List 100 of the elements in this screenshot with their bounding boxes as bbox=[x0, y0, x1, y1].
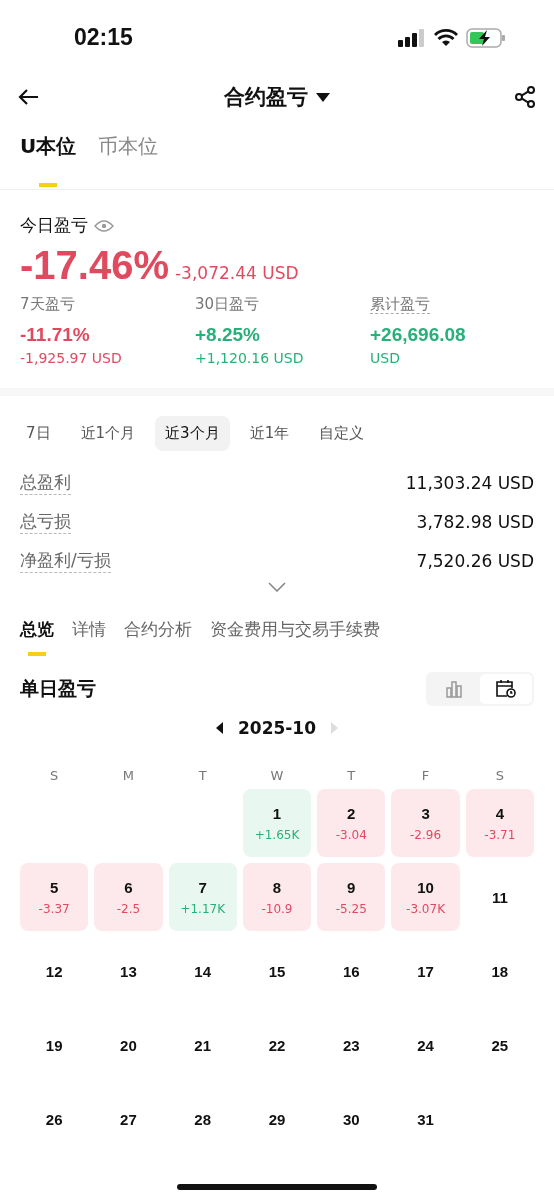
section-title: 单日盈亏 bbox=[20, 676, 96, 701]
day-pnl: -3.04 bbox=[335, 827, 367, 842]
weekday-label: T bbox=[346, 767, 357, 783]
section-tab[interactable]: 详情 bbox=[72, 612, 106, 662]
day-pnl: -3.07K bbox=[406, 901, 445, 916]
summary-label: 净盈利/亏损 bbox=[20, 548, 111, 573]
section-tab[interactable]: 资金费用与交易手续费 bbox=[210, 612, 380, 662]
day-number[interactable]: 24 bbox=[417, 1036, 434, 1054]
day-number[interactable]: 26 bbox=[45, 1110, 63, 1128]
day-number[interactable]: 31 bbox=[417, 1110, 434, 1128]
day-pnl: -10.9 bbox=[261, 901, 293, 916]
wifi-icon bbox=[434, 28, 458, 47]
calendar-day[interactable]: 4 -3.71 bbox=[465, 789, 534, 857]
summary-value: 11,303.24 USD bbox=[405, 472, 534, 493]
summary-label: 总亏损 bbox=[20, 509, 71, 534]
weekday-label: M bbox=[121, 767, 136, 783]
summary-value: 3,782.98 USD bbox=[416, 511, 534, 532]
chevron-down-icon[interactable] bbox=[268, 582, 286, 592]
weekday-label: S bbox=[49, 767, 60, 783]
calendar-day[interactable]: 5 -3.37 bbox=[20, 863, 89, 931]
day-number: 2 bbox=[347, 804, 356, 822]
day-number: 4 bbox=[495, 804, 504, 822]
stat-amount: USD bbox=[370, 350, 401, 366]
day-number: 6 bbox=[124, 878, 133, 896]
day-number: 3 bbox=[421, 804, 430, 822]
day-number[interactable]: 18 bbox=[491, 962, 509, 980]
weekday-label: T bbox=[197, 767, 208, 783]
day-number[interactable]: 27 bbox=[120, 1110, 137, 1128]
stat-value: +26,696.08 bbox=[370, 324, 467, 346]
unit-tab[interactable]: U本位 bbox=[20, 131, 77, 189]
unit-tab[interactable]: 币本位 bbox=[98, 131, 159, 189]
day-number: 5 bbox=[49, 878, 59, 896]
day-number[interactable]: 25 bbox=[491, 1036, 509, 1054]
today-pnl-amount: -3,072.44 USD bbox=[175, 263, 299, 283]
period-chip[interactable]: 近1个月 bbox=[70, 416, 146, 451]
day-number[interactable]: 21 bbox=[194, 1036, 212, 1054]
summary-value: 7,520.26 USD bbox=[416, 550, 534, 571]
stat-value: +8.25% bbox=[195, 324, 261, 346]
calendar-icon[interactable] bbox=[480, 674, 532, 704]
day-number[interactable]: 14 bbox=[194, 962, 212, 980]
day-pnl: -3.71 bbox=[484, 827, 516, 842]
month-label: 2025-10 bbox=[238, 718, 316, 738]
day-number[interactable]: 23 bbox=[342, 1036, 360, 1054]
status-time: 02:15 bbox=[74, 24, 133, 51]
calendar-day[interactable]: 8 -10.9 bbox=[242, 863, 312, 931]
calendar-day[interactable]: 7 +1.17K bbox=[168, 863, 237, 931]
share-icon[interactable] bbox=[514, 86, 536, 108]
day-number: 9 bbox=[347, 878, 356, 896]
today-pnl-label: 今日盈亏 bbox=[20, 214, 88, 237]
stat-value: -11.71% bbox=[20, 324, 91, 346]
section-tab[interactable]: 合约分析 bbox=[124, 612, 192, 662]
day-number[interactable]: 29 bbox=[268, 1110, 286, 1128]
calendar-day[interactable]: 10 -3.07K bbox=[391, 863, 460, 931]
day-pnl: +1.65K bbox=[254, 827, 300, 842]
day-number[interactable]: 28 bbox=[194, 1110, 212, 1128]
day-number: 10 bbox=[417, 878, 434, 896]
day-number[interactable]: 30 bbox=[342, 1110, 360, 1128]
section-tab[interactable]: 总览 bbox=[20, 612, 54, 662]
caret-icon[interactable] bbox=[316, 92, 330, 102]
calendar-day[interactable]: 3 -2.96 bbox=[391, 789, 460, 857]
day-number[interactable]: 20 bbox=[120, 1036, 137, 1054]
day-number[interactable]: 22 bbox=[268, 1036, 286, 1054]
day-number[interactable]: 15 bbox=[268, 962, 286, 980]
calendar-day[interactable]: 1 +1.65K bbox=[242, 789, 312, 857]
stat-label: 30日盈亏 bbox=[195, 295, 260, 313]
page-title[interactable]: 合约盈亏 bbox=[224, 83, 308, 111]
back-icon[interactable] bbox=[18, 88, 40, 106]
stat-amount: -1,925.97 USD bbox=[20, 350, 123, 366]
today-pnl-percent: -17.46% bbox=[20, 243, 169, 288]
calendar-day[interactable]: 6 -2.5 bbox=[94, 863, 163, 931]
weekday-label: F bbox=[420, 767, 431, 783]
period-chip[interactable]: 自定义 bbox=[309, 416, 375, 451]
stat-label: 7天盈亏 bbox=[20, 295, 75, 313]
stat-amount: +1,120.16 USD bbox=[195, 350, 305, 366]
period-chip[interactable]: 近1年 bbox=[239, 416, 300, 451]
battery-icon bbox=[466, 27, 506, 48]
day-pnl: -2.5 bbox=[116, 901, 141, 916]
eye-icon[interactable] bbox=[94, 218, 114, 233]
day-pnl: +1.17K bbox=[180, 901, 226, 916]
day-pnl: -2.96 bbox=[410, 827, 442, 842]
period-chip[interactable]: 近3个月 bbox=[155, 416, 230, 451]
day-pnl: -3.37 bbox=[38, 901, 70, 916]
calendar-day[interactable]: 2 -3.04 bbox=[317, 789, 386, 857]
period-chip[interactable]: 7日 bbox=[16, 416, 61, 451]
day-number[interactable]: 17 bbox=[417, 962, 434, 980]
day-pnl: -5.25 bbox=[335, 901, 367, 916]
day-number: 8 bbox=[272, 878, 282, 896]
calendar-day[interactable]: 9 -5.25 bbox=[317, 863, 386, 931]
previous-month-icon[interactable] bbox=[216, 722, 224, 734]
summary-label: 总盈利 bbox=[20, 470, 71, 495]
day-number[interactable]: 12 bbox=[45, 962, 63, 980]
day-number[interactable]: 13 bbox=[120, 962, 137, 980]
day-number: 7 bbox=[198, 878, 207, 896]
weekday-label: S bbox=[494, 767, 505, 783]
day-number[interactable]: 16 bbox=[342, 962, 360, 980]
day-number[interactable]: 19 bbox=[45, 1036, 63, 1054]
weekday-label: W bbox=[269, 767, 285, 783]
signal-icon bbox=[398, 28, 426, 47]
day-number[interactable]: 11 bbox=[491, 888, 508, 906]
day-number: 1 bbox=[272, 804, 282, 822]
